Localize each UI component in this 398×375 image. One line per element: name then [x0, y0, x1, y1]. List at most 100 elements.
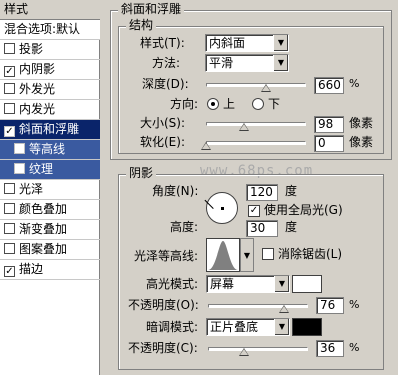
- style-item-label: 纹理: [29, 162, 54, 176]
- style-item-pattern-overlay[interactable]: 图案叠加: [0, 240, 100, 260]
- styles-header-label: 样式: [4, 2, 29, 16]
- style-item-checkbox[interactable]: [4, 243, 15, 254]
- style-item-bevel-emboss[interactable]: ✓ 斜面和浮雕: [0, 120, 100, 140]
- style-item-contour[interactable]: 等高线: [0, 140, 100, 160]
- chevron-down-icon[interactable]: ▼: [273, 35, 288, 51]
- style-item-label: 等高线: [29, 142, 66, 156]
- shadow-opacity-thumb[interactable]: [239, 348, 249, 356]
- antialias-checkbox[interactable]: [262, 248, 274, 260]
- style-item-checkbox[interactable]: [4, 203, 15, 214]
- angle-input[interactable]: 120: [246, 184, 278, 201]
- direction-up-radio[interactable]: [207, 98, 219, 110]
- angle-dial-center: [221, 207, 224, 210]
- altitude-input[interactable]: 30: [246, 220, 278, 237]
- structure-title: 结构: [126, 18, 157, 32]
- depth-slider-thumb[interactable]: [261, 84, 271, 92]
- style-item-label: 光泽: [19, 182, 44, 196]
- style-list: 样式 混合选项:默认 投影 ✓ 内阴影外发光内发光 ✓ 斜面和浮雕等高线纹理光泽颜色叠加…: [0, 0, 100, 375]
- style-item-checkbox[interactable]: ✓: [4, 126, 15, 137]
- altitude-value: 30: [250, 221, 266, 235]
- style-item-checkbox[interactable]: ✓: [4, 66, 15, 77]
- styles-header[interactable]: 样式: [0, 0, 100, 20]
- shadow-mode-value: 正片叠底: [210, 320, 259, 334]
- global-light-label: 使用全局光(G): [264, 203, 343, 217]
- size-label: 大小(S):: [140, 116, 186, 130]
- size-input[interactable]: 98: [314, 116, 344, 133]
- highlight-opacity-value: 76: [320, 298, 336, 312]
- highlight-opacity-unit: %: [349, 298, 360, 311]
- highlight-opacity-input[interactable]: 76: [316, 297, 344, 314]
- style-item-checkbox[interactable]: [14, 143, 25, 154]
- method-label: 方法:: [152, 56, 181, 70]
- angle-dial[interactable]: [204, 192, 238, 224]
- style-label: 样式(T):: [140, 36, 185, 50]
- size-unit: 像素: [349, 116, 374, 130]
- chevron-down-icon[interactable]: ▼: [274, 319, 289, 335]
- style-select-value: 内斜面: [209, 36, 246, 50]
- bevel-title: 斜面和浮雕: [118, 2, 185, 16]
- style-item-checkbox[interactable]: [4, 83, 15, 94]
- style-item-gradient-overlay[interactable]: 渐变叠加: [0, 220, 100, 240]
- gloss-contour-dropdown[interactable]: ▼: [240, 238, 254, 272]
- angle-value: 120: [250, 185, 273, 199]
- style-select[interactable]: 内斜面 ▼: [205, 34, 289, 52]
- direction-down-radio[interactable]: [252, 98, 264, 110]
- size-slider-thumb[interactable]: [239, 123, 249, 131]
- style-item-outer-glow[interactable]: 外发光: [0, 80, 100, 100]
- antialias-label: 消除锯齿(L): [278, 247, 343, 261]
- angle-pointer: [204, 194, 220, 209]
- shadow-color-swatch[interactable]: [292, 318, 322, 336]
- style-item-drop-shadow[interactable]: 投影: [0, 40, 100, 60]
- depth-value: 660: [318, 78, 341, 92]
- style-item-checkbox[interactable]: [4, 43, 15, 54]
- direction-down-label: 下: [268, 97, 281, 111]
- chevron-down-icon[interactable]: ▼: [273, 55, 288, 71]
- shadow-opacity-value: 36: [320, 341, 336, 355]
- style-item-satin[interactable]: 光泽: [0, 180, 100, 200]
- style-item-label: 斜面和浮雕: [19, 122, 80, 136]
- size-value: 98: [318, 117, 334, 131]
- global-light-checkbox[interactable]: ✓: [248, 205, 260, 217]
- style-item-checkbox[interactable]: [4, 223, 15, 234]
- direction-up-label: 上: [223, 97, 236, 111]
- style-item-stroke[interactable]: ✓ 描边: [0, 260, 100, 280]
- depth-unit: %: [349, 77, 360, 90]
- size-slider[interactable]: [206, 122, 306, 126]
- altitude-unit: 度: [285, 220, 298, 234]
- style-item-label: 外发光: [19, 82, 56, 96]
- highlight-color-swatch[interactable]: [292, 275, 322, 293]
- shadow-opacity-slider[interactable]: [208, 347, 308, 351]
- style-item-label: 图案叠加: [19, 242, 68, 256]
- style-item-label: 描边: [19, 262, 44, 276]
- highlight-opacity-slider[interactable]: [208, 304, 308, 308]
- highlight-opacity-thumb[interactable]: [279, 305, 289, 313]
- shadow-opacity-input[interactable]: 36: [316, 340, 344, 357]
- depth-input[interactable]: 660: [314, 77, 344, 94]
- soften-label: 软化(E):: [140, 135, 185, 149]
- soften-slider-thumb[interactable]: [201, 142, 211, 150]
- method-select-value: 平滑: [209, 56, 234, 70]
- soften-slider[interactable]: [206, 141, 306, 145]
- style-item-inner-glow[interactable]: 内发光: [0, 100, 100, 120]
- shadow-mode-label: 暗调模式:: [146, 320, 199, 334]
- blending-options-item[interactable]: 混合选项:默认: [0, 20, 100, 40]
- style-item-checkbox[interactable]: ✓: [4, 266, 15, 277]
- style-item-color-overlay[interactable]: 颜色叠加: [0, 200, 100, 220]
- altitude-label: 高度:: [170, 220, 199, 234]
- style-item-checkbox[interactable]: [4, 103, 15, 114]
- method-select[interactable]: 平滑 ▼: [205, 54, 289, 72]
- global-light-check: ✓: [249, 205, 259, 216]
- chevron-down-icon[interactable]: ▼: [274, 276, 289, 292]
- soften-value: 0: [318, 136, 326, 150]
- gloss-contour-preview[interactable]: [206, 238, 240, 272]
- style-item-inner-shadow[interactable]: ✓ 内阴影: [0, 60, 100, 80]
- style-item-checkbox[interactable]: [14, 163, 25, 174]
- highlight-mode-select[interactable]: 屏幕 ▼: [206, 275, 290, 293]
- style-item-label: 投影: [19, 42, 44, 56]
- shadow-mode-select[interactable]: 正片叠底 ▼: [206, 318, 290, 336]
- soften-input[interactable]: 0: [314, 135, 344, 152]
- style-item-checkbox[interactable]: [4, 183, 15, 194]
- depth-slider[interactable]: [206, 83, 306, 87]
- highlight-mode-value: 屏幕: [210, 277, 235, 291]
- style-item-texture[interactable]: 纹理: [0, 160, 100, 180]
